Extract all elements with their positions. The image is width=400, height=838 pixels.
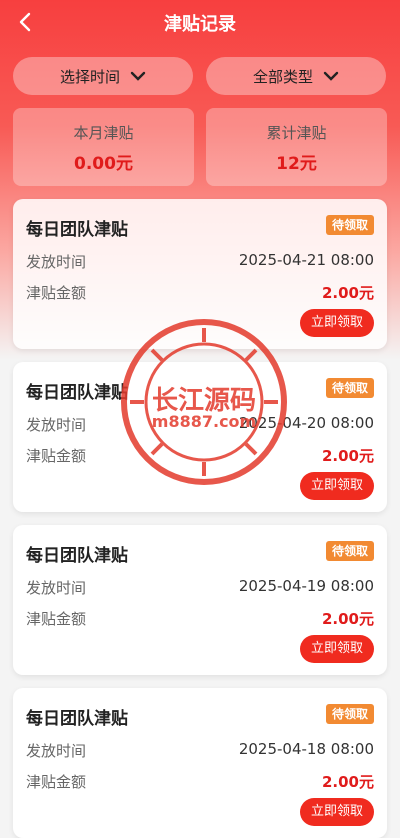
issue-time-label: 发放时间 [26,253,87,271]
allowance-record-card: 每日团队津贴 待领取 发放时间 2025-04-19 08:00 津贴金额 2.… [13,525,387,675]
allowance-record-card: 每日团队津贴 待领取 发放时间 2025-04-20 08:00 津贴金额 2.… [13,362,387,512]
total-allowance-value: 12元 [276,154,317,174]
claim-now-button[interactable]: 立即领取 [300,472,374,500]
issue-time-value: 2025-04-18 08:00 [238,740,374,758]
chevron-down-icon [323,71,339,81]
type-filter-label: 全部类型 [252,67,313,86]
amount-value: 2.00元 [321,773,374,791]
claim-now-button[interactable]: 立即领取 [300,309,374,337]
issue-time-label: 发放时间 [26,579,87,597]
monthly-allowance-card: 本月津贴 0.00元 [13,108,194,186]
amount-label: 津贴金额 [26,610,87,628]
issue-time-value: 2025-04-19 08:00 [238,577,374,595]
status-badge: 待领取 [325,541,374,561]
record-title: 每日团队津贴 [26,220,128,240]
time-filter-label: 选择时间 [59,67,120,86]
amount-label: 津贴金额 [26,284,87,302]
top-bar: 津贴记录 [0,0,400,44]
record-title: 每日团队津贴 [26,709,128,729]
page-title: 津贴记录 [164,14,236,35]
record-title: 每日团队津贴 [26,383,128,403]
amount-value: 2.00元 [321,610,374,628]
status-badge: 待领取 [325,215,374,235]
monthly-allowance-value: 0.00元 [74,154,133,174]
claim-now-button[interactable]: 立即领取 [300,798,374,826]
status-badge: 待领取 [325,704,374,724]
record-title: 每日团队津贴 [26,546,128,566]
time-filter-dropdown[interactable]: 选择时间 [13,57,193,95]
status-badge: 待领取 [325,378,374,398]
claim-now-button[interactable]: 立即领取 [300,635,374,663]
type-filter-dropdown[interactable]: 全部类型 [206,57,386,95]
issue-time-label: 发放时间 [26,416,87,434]
allowance-record-card: 每日团队津贴 待领取 发放时间 2025-04-18 08:00 津贴金额 2.… [13,688,387,838]
issue-time-value: 2025-04-21 08:00 [238,251,374,269]
issue-time-label: 发放时间 [26,742,87,760]
allowance-record-card: 每日团队津贴 待领取 发放时间 2025-04-21 08:00 津贴金额 2.… [13,199,387,349]
amount-value: 2.00元 [321,447,374,465]
total-allowance-label: 累计津贴 [266,124,327,142]
chevron-down-icon [130,71,146,81]
amount-value: 2.00元 [321,284,374,302]
amount-label: 津贴金额 [26,447,87,465]
total-allowance-card: 累计津贴 12元 [206,108,387,186]
amount-label: 津贴金额 [26,773,87,791]
monthly-allowance-label: 本月津贴 [73,124,134,142]
issue-time-value: 2025-04-20 08:00 [238,414,374,432]
